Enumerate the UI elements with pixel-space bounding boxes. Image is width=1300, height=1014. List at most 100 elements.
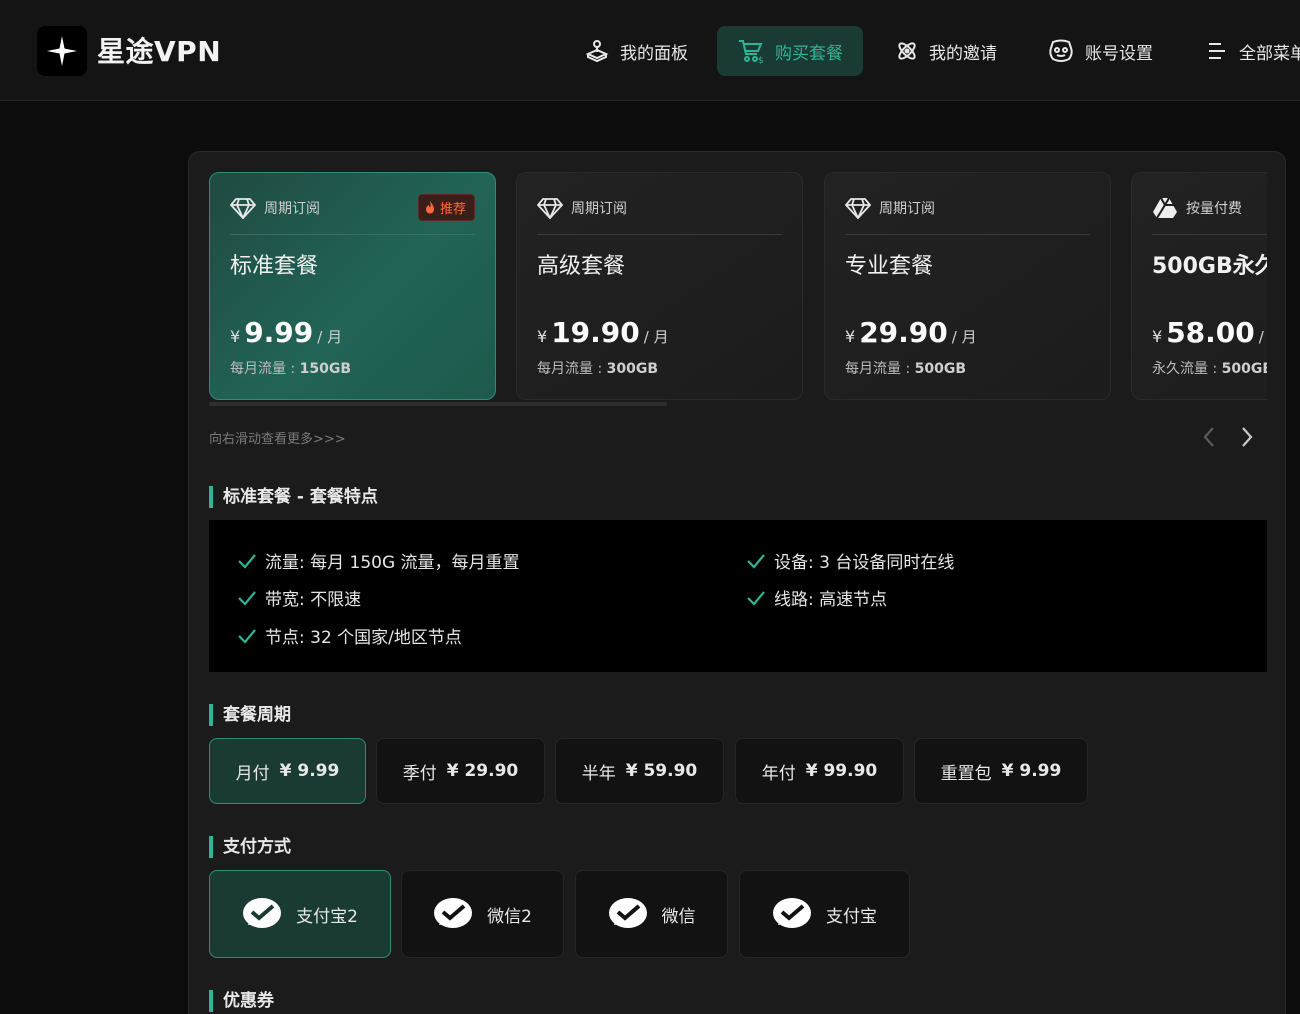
atom-icon — [898, 42, 916, 60]
plan-card-advanced[interactable]: 周期订阅 高级套餐 ¥ 19.90 / 月 每月流量 : 300GB — [516, 172, 803, 400]
features-title: 标准套餐 - 套餐特点 — [209, 486, 378, 508]
price-currency: ¥ — [1152, 327, 1163, 346]
carousel-scrollbar[interactable] — [209, 402, 667, 406]
plan-name: 标准套餐 — [230, 254, 319, 279]
price-amount: 19.90 — [551, 316, 640, 349]
feature-item: 节点: 32 个国家/地区节点 — [237, 623, 462, 648]
price-unit: / — [1258, 328, 1264, 346]
period-label: 年付 — [761, 763, 796, 784]
period-price: ¥ 99.90 — [805, 761, 878, 781]
plan-name: 专业套餐 — [845, 254, 934, 279]
period-title: 套餐周期 — [209, 704, 291, 726]
nav-all-menu[interactable]: 全部菜单 — [1205, 26, 1300, 76]
drive-icon — [1153, 197, 1177, 219]
nav-dashboard-label: 我的面板 — [620, 43, 688, 64]
plan-carousel[interactable]: 周期订阅 推荐 标准套餐 ¥ 9.99 / 月 每月流量 : 150GB 周期订… — [209, 172, 1267, 402]
check-icon — [747, 590, 765, 606]
top-header: 星途VPN 我的面板 $ 购买套餐 我的邀请 账号设置 全部菜单 — [0, 0, 1300, 101]
diamond-icon — [230, 197, 256, 219]
plan-name: 500GB永久 — [1152, 254, 1267, 279]
feature-text: 线路: 高速节点 — [774, 590, 888, 610]
plan-card-header: 周期订阅 推荐 — [230, 194, 475, 235]
plan-card-header: 周期订阅 — [537, 195, 782, 235]
traffic-label: 永久流量 : — [1152, 361, 1218, 377]
price-amount: 58.00 — [1166, 316, 1255, 349]
price-currency: ¥ — [230, 327, 241, 346]
payment-label: 微信2 — [487, 906, 532, 927]
traffic-value: 300GB — [606, 361, 659, 377]
features-box: 流量: 每月 150G 流量，每月重置 设备: 3 台设备同时在线 带宽: 不限… — [209, 520, 1267, 672]
sparkle-icon — [47, 36, 77, 66]
logo[interactable] — [37, 26, 87, 76]
nav-buy-plan[interactable]: $ 购买套餐 — [717, 26, 863, 76]
wechat-pay-icon — [773, 898, 811, 928]
joystick-icon — [585, 40, 609, 63]
carousel-next-button[interactable] — [1235, 422, 1259, 452]
feature-text: 节点: 32 个国家/地区节点 — [265, 628, 462, 648]
feature-text: 带宽: 不限速 — [265, 590, 362, 610]
plan-card-header: 按量付费 — [1152, 195, 1267, 235]
plan-type: 按量付费 — [1186, 200, 1242, 217]
cart-icon: $ — [739, 40, 764, 64]
plan-type: 周期订阅 — [264, 200, 320, 217]
brand-name: 星途VPN — [97, 35, 222, 68]
period-price: ¥ 59.90 — [625, 761, 698, 781]
nav-account-settings[interactable]: 账号设置 — [1047, 26, 1153, 76]
price-unit: / 月 — [951, 328, 977, 346]
plan-card-header: 周期订阅 — [845, 195, 1090, 235]
period-label: 季付 — [402, 763, 437, 784]
menu-icon — [1209, 43, 1225, 59]
wechat-pay-icon — [434, 898, 473, 928]
traffic-value: 150GB — [299, 361, 352, 377]
fire-icon — [425, 201, 434, 214]
period-reset-pack-button[interactable]: 重置包 ¥ 9.99 — [914, 738, 1088, 804]
nav-buy-plan-label: 购买套餐 — [775, 43, 843, 64]
traffic-value: 500GB — [1221, 361, 1267, 377]
payment-label: 微信 — [661, 906, 696, 927]
chevron-left-icon — [1203, 427, 1214, 447]
period-label: 月付 — [235, 763, 270, 784]
plan-card-professional[interactable]: 周期订阅 专业套餐 ¥ 29.90 / 月 每月流量 : 500GB — [824, 172, 1111, 400]
nav-invite[interactable]: 我的邀请 — [895, 26, 997, 76]
payment-wechat2-button[interactable]: 微信2 — [401, 870, 564, 958]
period-quarterly-button[interactable]: 季付 ¥ 29.90 — [376, 738, 545, 804]
purchase-panel: 周期订阅 推荐 标准套餐 ¥ 9.99 / 月 每月流量 : 150GB 周期订… — [188, 151, 1286, 1014]
nav-all-menu-label: 全部菜单 — [1239, 43, 1300, 64]
feature-item: 设备: 3 台设备同时在线 — [746, 548, 954, 573]
diamond-icon — [845, 197, 871, 219]
period-price: ¥ 29.90 — [446, 761, 519, 781]
plan-card-500gb-permanent[interactable]: 按量付费 500GB永久 ¥ 58.00 / 永久流量 : 500GB — [1131, 172, 1267, 400]
period-label: 重置包 — [940, 763, 992, 784]
wechat-pay-icon — [243, 898, 282, 928]
plan-traffic: 每月流量 : 300GB — [537, 358, 658, 378]
settings-icon — [1049, 39, 1073, 62]
plan-card-standard[interactable]: 周期订阅 推荐 标准套餐 ¥ 9.99 / 月 每月流量 : 150GB — [209, 172, 496, 400]
plan-price: ¥ 29.90 / 月 — [845, 316, 977, 349]
price-unit: / 月 — [317, 328, 343, 346]
price-unit: / 月 — [643, 328, 669, 346]
feature-item: 线路: 高速节点 — [746, 585, 887, 610]
payment-label: 支付宝 — [826, 906, 877, 927]
period-monthly-button[interactable]: 月付 ¥ 9.99 — [209, 738, 366, 804]
payment-alipay2-button[interactable]: 支付宝2 — [209, 870, 391, 958]
traffic-value: 500GB — [914, 361, 967, 377]
payment-label: 支付宝2 — [296, 906, 358, 927]
plan-type: 周期订阅 — [879, 200, 935, 217]
period-half-year-button[interactable]: 半年 ¥ 59.90 — [555, 738, 724, 804]
traffic-label: 每月流量 : — [230, 361, 296, 377]
carousel-prev-button[interactable] — [1197, 422, 1221, 452]
check-icon — [747, 553, 765, 569]
feature-item: 带宽: 不限速 — [237, 585, 361, 610]
period-price: ¥ 9.99 — [279, 761, 340, 781]
plan-traffic: 每月流量 : 500GB — [845, 358, 966, 378]
feature-text: 流量: 每月 150G 流量，每月重置 — [265, 553, 520, 573]
check-icon — [238, 553, 256, 569]
nav-dashboard[interactable]: 我的面板 — [584, 26, 688, 76]
chevron-right-icon — [1242, 427, 1253, 447]
plan-traffic: 每月流量 : 150GB — [230, 358, 351, 378]
period-yearly-button[interactable]: 年付 ¥ 99.90 — [735, 738, 904, 804]
nav-account-settings-label: 账号设置 — [1085, 43, 1153, 64]
payment-alipay-button[interactable]: 支付宝 — [739, 870, 910, 958]
svg-text:$: $ — [758, 56, 764, 64]
payment-wechat-button[interactable]: 微信 — [575, 870, 728, 958]
